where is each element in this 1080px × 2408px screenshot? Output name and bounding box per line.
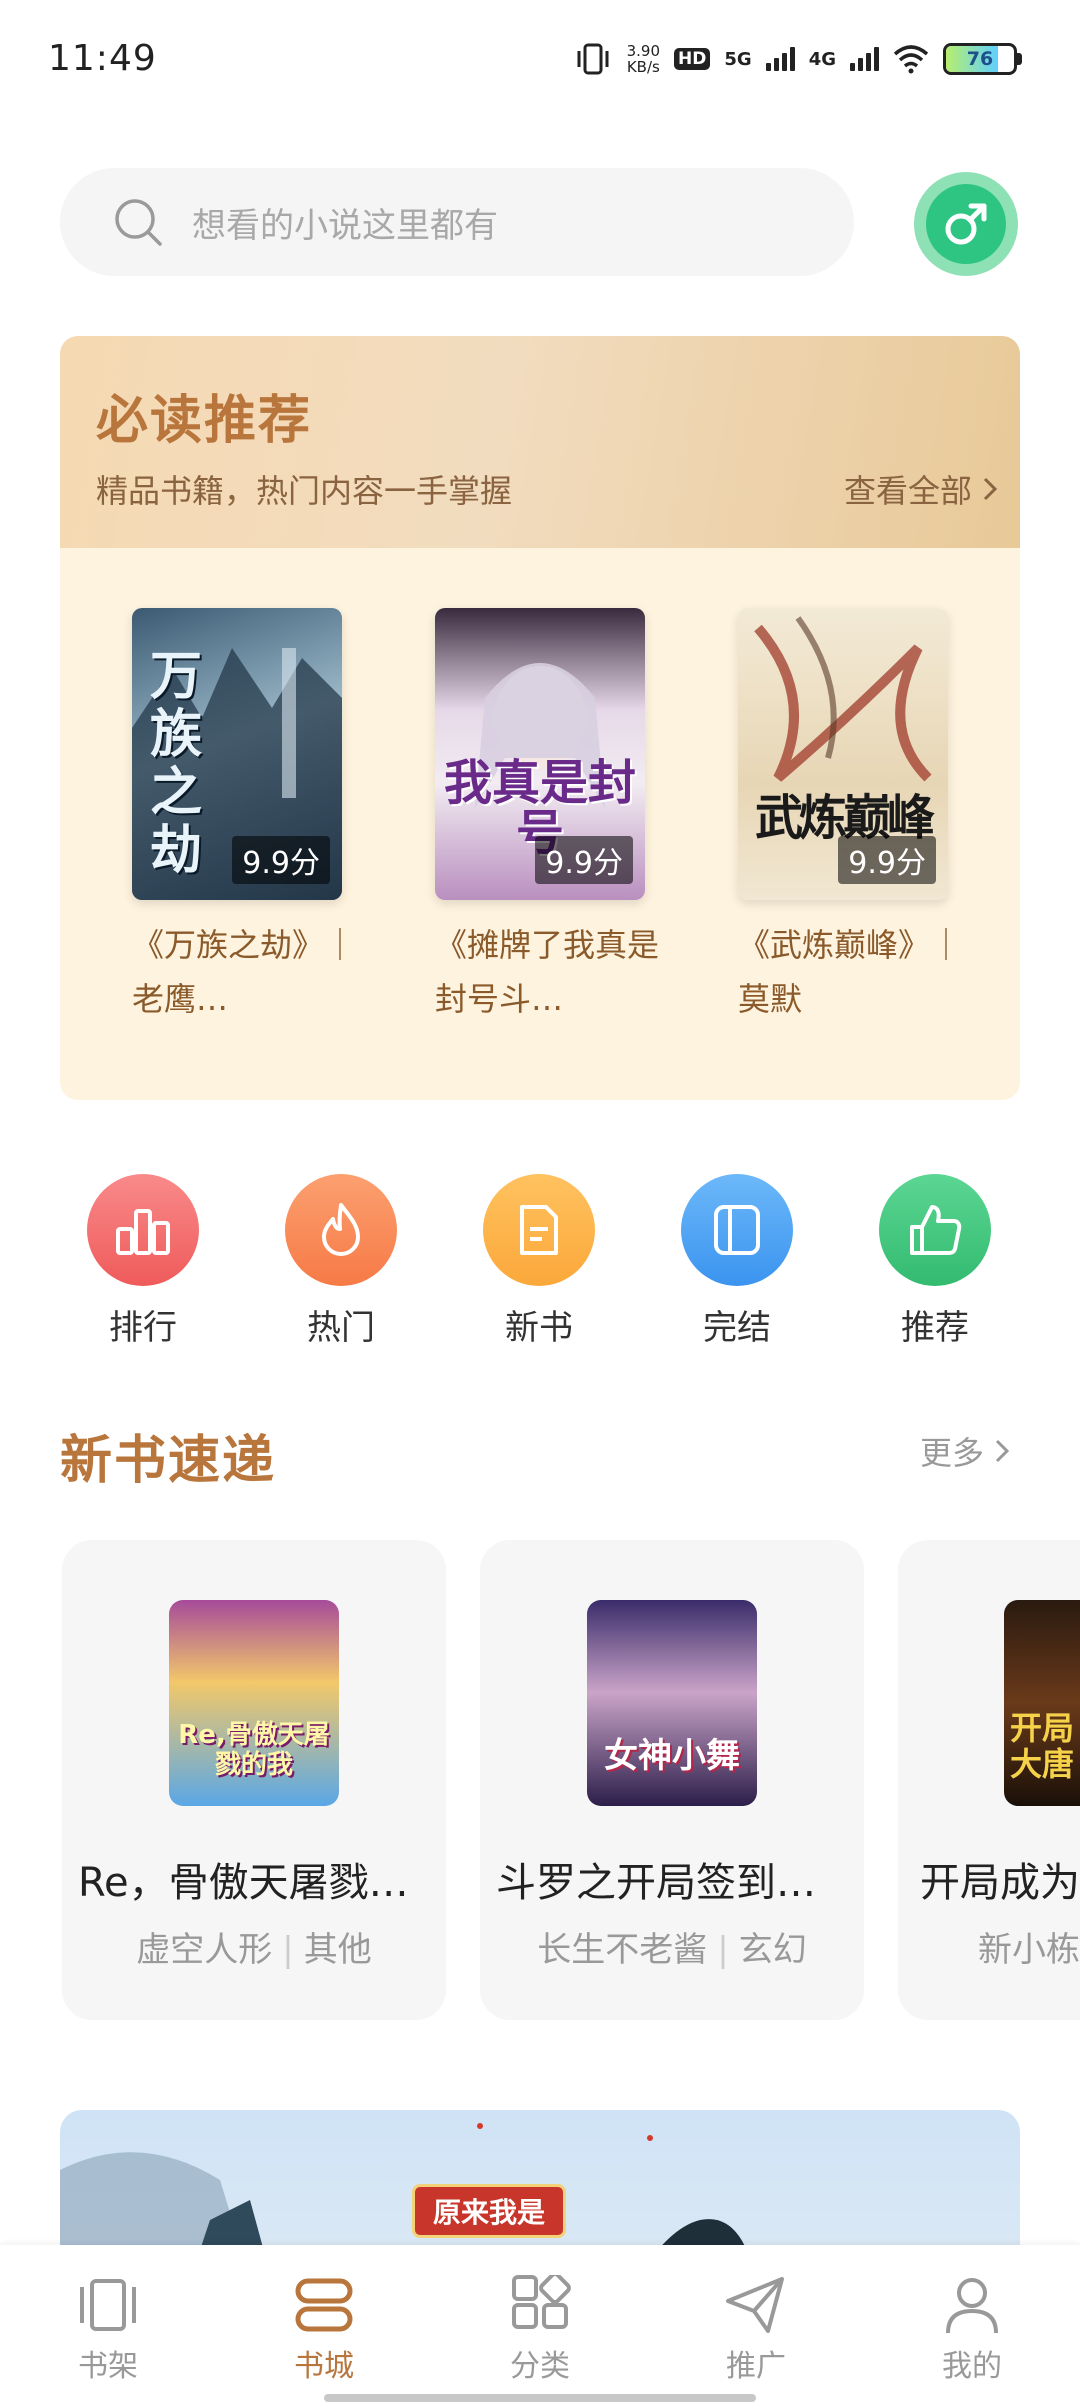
book-author: 新小栋 xyxy=(978,1930,1080,1970)
category-label: 推荐 xyxy=(901,1308,969,1348)
nav-label: 书城 xyxy=(294,2349,354,2384)
category-label: 热门 xyxy=(307,1308,375,1348)
category-recommend[interactable]: 推荐 xyxy=(865,1174,1005,1349)
must-read-header: 必读推荐 精品书籍，热门内容一手掌握 查看全部 xyxy=(60,336,1020,548)
signal-icon-2 xyxy=(850,47,879,71)
view-all-link[interactable]: 查看全部 xyxy=(844,466,998,512)
ranking-icon xyxy=(87,1174,199,1286)
sim1-label: 5G xyxy=(724,48,752,70)
recommend-book[interactable]: 万族之劫 9.9分 《万族之劫》｜老鹰… xyxy=(132,608,356,1026)
new-books-more-link[interactable]: 更多 xyxy=(920,1428,1010,1474)
new-books-title: 新书速递 xyxy=(60,1431,277,1491)
category-label: 完结 xyxy=(703,1308,771,1348)
category-label: 新书 xyxy=(505,1308,573,1348)
book-cover: 女神小舞 xyxy=(587,1600,757,1806)
cover-title: 开局大唐 xyxy=(1010,1709,1075,1783)
signal-icon-1 xyxy=(765,47,795,71)
battery-indicator: 76 xyxy=(943,43,1022,75)
book-score: 9.9分 xyxy=(838,836,936,884)
nav-label: 书架 xyxy=(78,2349,138,2384)
book-meta: 长生不老酱 | 玄幻 xyxy=(537,1930,807,1970)
status-time: 11:49 xyxy=(48,38,157,79)
category-icon xyxy=(508,2273,572,2337)
recommend-book[interactable]: 我真是封号 9.9分 《摊牌了我真是封号斗… xyxy=(435,608,659,1026)
cover-title: 女神小舞 xyxy=(604,1736,740,1776)
book-score: 9.9分 xyxy=(232,836,330,884)
finished-book-icon xyxy=(681,1174,793,1286)
share-plane-icon xyxy=(724,2273,788,2337)
gender-toggle-button[interactable] xyxy=(914,172,1018,276)
thumbs-up-icon xyxy=(879,1174,991,1286)
new-book-card[interactable]: 开局大唐 开局成为 新小栋 xyxy=(898,1540,1080,2020)
net-speed-unit: KB/s xyxy=(626,58,660,76)
nav-label: 分类 xyxy=(510,2349,570,2384)
book-name: 开局成为 xyxy=(920,1860,1080,1906)
new-book-card[interactable]: 女神小舞 斗罗之开局签到… 长生不老酱 | 玄幻 xyxy=(480,1540,864,2020)
book-score: 9.9分 xyxy=(535,836,633,884)
profile-icon xyxy=(940,2273,1004,2337)
book-meta: 虚空人形 | 其他 xyxy=(136,1930,372,1970)
bookstore-icon xyxy=(292,2273,356,2337)
net-speed: 3.90 KB/s xyxy=(627,43,660,75)
battery-icon: 76 xyxy=(943,43,1017,75)
book-genre: 玄幻 xyxy=(738,1930,807,1970)
more-label: 更多 xyxy=(919,1434,984,1472)
must-read-subtitle: 精品书籍，热门内容一手掌握 xyxy=(96,472,513,510)
nav-bookshelf[interactable]: 书架 xyxy=(38,2273,178,2385)
book-genre: 其他 xyxy=(303,1930,372,1970)
search-placeholder: 想看的小说这里都有 xyxy=(192,205,498,246)
bookshelf-icon xyxy=(76,2273,140,2337)
fire-icon xyxy=(285,1174,397,1286)
net-speed-value: 3.90 xyxy=(626,42,661,60)
new-book-icon xyxy=(483,1174,595,1286)
status-bar: 11:49 3.90 KB/s HD 5G 4G 76 xyxy=(0,0,1080,118)
category-hot[interactable]: 热门 xyxy=(271,1174,411,1349)
wifi-icon xyxy=(893,45,929,74)
view-all-label: 查看全部 xyxy=(843,472,972,510)
category-label: 排行 xyxy=(109,1308,177,1348)
nav-label: 我的 xyxy=(942,2349,1002,2384)
book-cover: 我真是封号 9.9分 xyxy=(435,608,645,900)
must-read-section: 必读推荐 精品书籍，热门内容一手掌握 查看全部 万族之劫 9.9分 《万族之劫》… xyxy=(60,336,1020,1100)
home-indicator[interactable] xyxy=(324,2394,756,2402)
status-icons: 3.90 KB/s HD 5G 4G 76 xyxy=(573,38,1022,80)
chevron-right-icon xyxy=(983,477,998,501)
male-icon xyxy=(945,203,987,245)
nav-bookstore[interactable]: 书城 xyxy=(254,2273,394,2385)
book-cover: Re,骨傲天屠戮的我 xyxy=(169,1600,339,1806)
recommend-book[interactable]: 武炼巅峰 9.9分 《武炼巅峰》｜莫默 xyxy=(738,608,962,1026)
book-name: 斗罗之开局签到… xyxy=(496,1860,816,1906)
book-name: Re，骨傲天屠戮… xyxy=(78,1860,409,1906)
cover-title: Re,骨傲天屠戮的我 xyxy=(178,1720,330,1780)
must-read-title: 必读推荐 xyxy=(96,391,313,451)
bookstore-page: 11:49 3.90 KB/s HD 5G 4G 76 想看的小说这里都有 必读… xyxy=(0,0,1080,2408)
hd-badge: HD xyxy=(674,48,711,70)
bottom-navigation: 书架 书城 分类 推广 我的 xyxy=(0,2245,1080,2408)
book-title: 《摊牌了我真是封号斗… xyxy=(435,926,660,1018)
category-finished[interactable]: 完结 xyxy=(667,1174,807,1349)
chevron-right-icon xyxy=(995,1439,1010,1463)
book-author: 虚空人形 xyxy=(136,1930,273,1970)
book-cover: 武炼巅峰 9.9分 xyxy=(738,608,948,900)
battery-level: 76 xyxy=(966,48,994,70)
new-book-card[interactable]: Re,骨傲天屠戮的我 Re，骨傲天屠戮… 虚空人形 | 其他 xyxy=(62,1540,446,2020)
book-title: 《万族之劫》｜老鹰… xyxy=(132,926,357,1018)
nav-profile[interactable]: 我的 xyxy=(902,2273,1042,2385)
nav-promote[interactable]: 推广 xyxy=(686,2273,826,2385)
search-bar[interactable]: 想看的小说这里都有 xyxy=(60,168,854,276)
category-ranking[interactable]: 排行 xyxy=(73,1174,213,1349)
nav-label: 推广 xyxy=(726,2349,786,2384)
book-cover: 开局大唐 xyxy=(1004,1600,1080,1806)
category-new[interactable]: 新书 xyxy=(469,1174,609,1349)
vibrate-icon xyxy=(577,43,609,75)
nav-category[interactable]: 分类 xyxy=(470,2273,610,2385)
book-title: 《武炼巅峰》｜莫默 xyxy=(738,926,963,1018)
sim2-label: 4G xyxy=(808,48,836,70)
cover-title: 万族之劫 xyxy=(150,647,203,881)
book-cover: 万族之劫 9.9分 xyxy=(132,608,342,900)
book-author: 长生不老酱 xyxy=(537,1930,708,1970)
banner-tag: 原来我是 xyxy=(412,2184,567,2238)
book-meta: 新小栋 xyxy=(978,1922,1080,1971)
search-icon xyxy=(115,199,162,246)
